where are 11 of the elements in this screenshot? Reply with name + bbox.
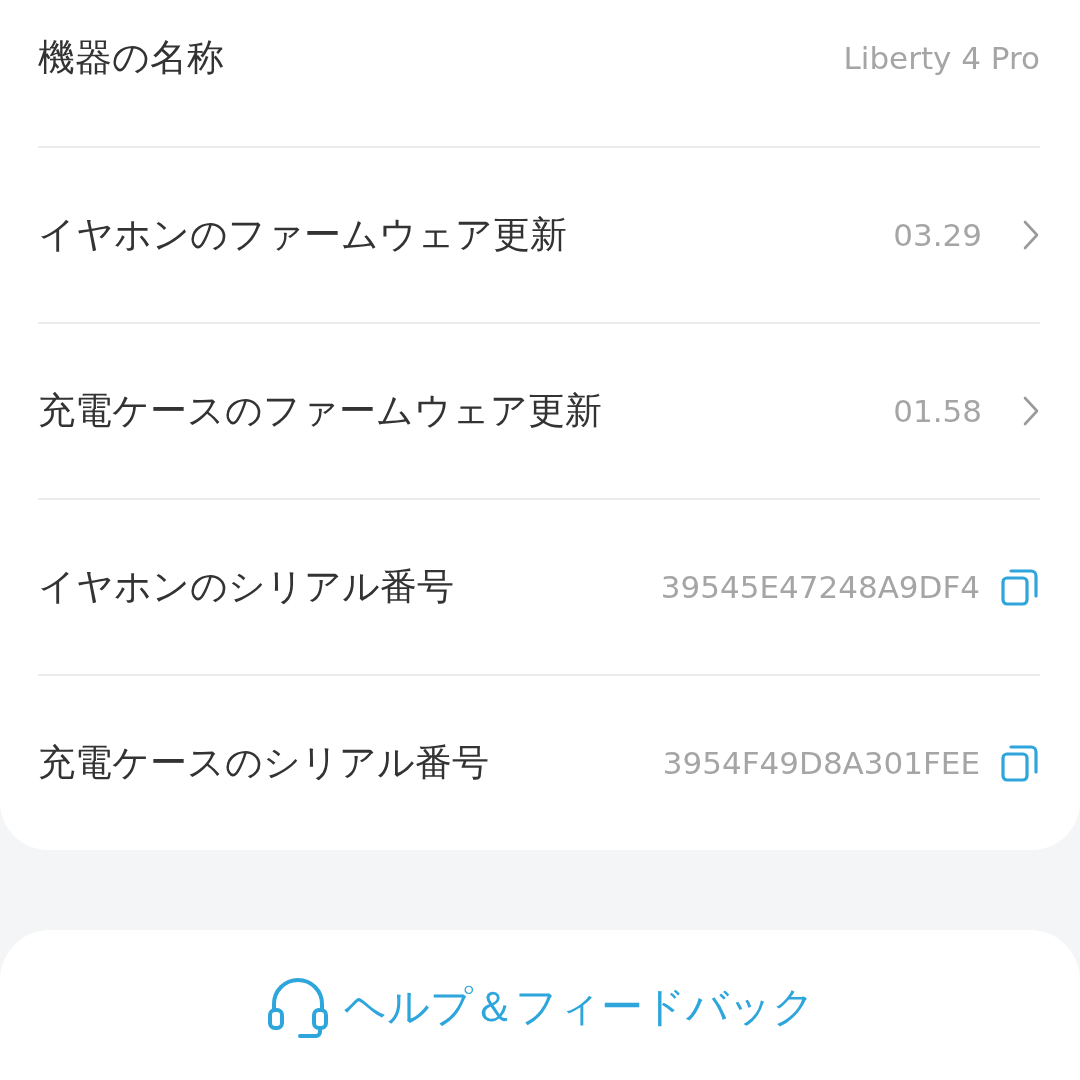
row-label: 充電ケースのファームウェア更新 — [38, 388, 602, 434]
help-feedback-button[interactable]: ヘルプ＆フィードバック — [343, 979, 815, 1035]
row-label: 機器の名称 — [38, 35, 224, 81]
row-label: 充電ケースのシリアル番号 — [38, 740, 489, 786]
row-value: Liberty 4 Pro — [843, 40, 1040, 76]
row-value: 3954F49D8A301FEE — [662, 745, 980, 781]
row-label: イヤホンのファームウェア更新 — [38, 212, 567, 258]
row-value: 03.29 — [893, 217, 982, 253]
row-value: 01.58 — [893, 393, 982, 429]
row-label: イヤホンのシリアル番号 — [38, 564, 454, 610]
row-value: 39545E47248A9DF4 — [660, 569, 980, 605]
